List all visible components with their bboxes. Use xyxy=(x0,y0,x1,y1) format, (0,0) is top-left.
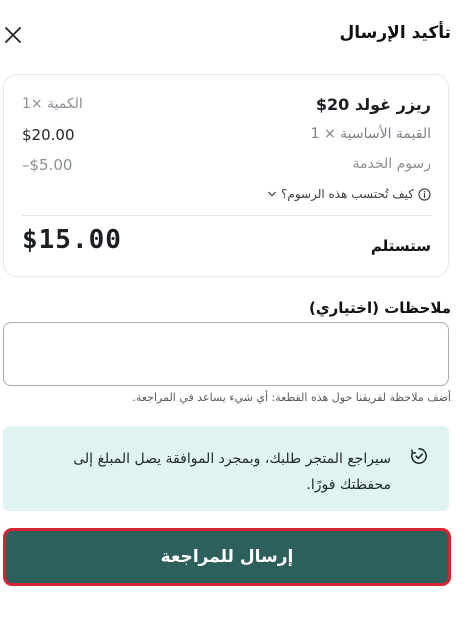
notes-hint: أضف ملاحظة لفريقنا حول هذه القطعة: أي شي… xyxy=(132,391,451,404)
info-circle-icon xyxy=(418,187,431,201)
dialog-title: تأكيد الإرسال xyxy=(339,23,451,43)
submit-for-review-button[interactable]: إرسال للمراجعة xyxy=(3,528,451,586)
summary-item-row: ريزر غولد 20$ الكمية ×1 xyxy=(4,95,448,117)
dialog-header: تأكيد الإرسال xyxy=(0,0,471,70)
order-summary-card: ريزر غولد 20$ الكمية ×1 القيمة الأساسية … xyxy=(3,74,449,277)
clock-check-icon xyxy=(410,447,428,465)
item-quantity: الكمية ×1 xyxy=(22,96,83,112)
fee-info-label: كيف تُحتسب هذه الرسوم؟ xyxy=(281,187,414,201)
item-name: ريزر غولد 20$ xyxy=(315,95,431,114)
service-fee-label: رسوم الخدمة xyxy=(352,156,431,172)
summary-divider xyxy=(22,215,431,216)
review-info-text: سيراجع المتجر طلبك، وبمجرد الموافقة يصل … xyxy=(73,451,391,493)
base-value-amount: $20.00 xyxy=(22,126,75,144)
chevron-down-icon xyxy=(268,191,276,197)
receive-label: ستستلم xyxy=(370,237,431,255)
close-button[interactable] xyxy=(2,24,24,46)
close-icon xyxy=(5,27,21,43)
base-value-label: القيمة الأساسية × 1 xyxy=(310,126,431,142)
service-fee-row: رسوم الخدمة –$5.00 xyxy=(4,155,448,177)
receive-amount: $15.00 xyxy=(22,225,122,255)
service-fee-amount: –$5.00 xyxy=(22,156,73,174)
review-info-banner: سيراجع المتجر طلبك، وبمجرد الموافقة يصل … xyxy=(3,426,449,511)
notes-textarea[interactable] xyxy=(3,322,449,386)
submit-button-label: إرسال للمراجعة xyxy=(160,547,294,567)
notes-label: ملاحظات (اختياري) xyxy=(309,299,451,317)
base-value-row: القيمة الأساسية × 1 $20.00 xyxy=(4,125,448,147)
fee-info-toggle[interactable]: كيف تُحتسب هذه الرسوم؟ xyxy=(267,187,431,201)
